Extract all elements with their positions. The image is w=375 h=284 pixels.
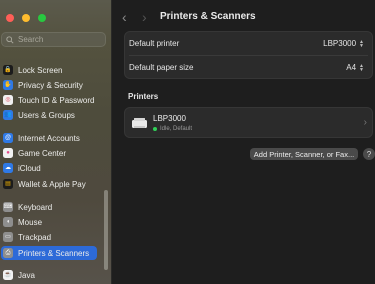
- trackpad-icon: ▭: [3, 232, 13, 242]
- printer-icon: ⎙: [3, 248, 13, 258]
- chevron-up-down-icon: ▲ ▼: [359, 62, 364, 73]
- sidebar-item-label: Privacy & Security: [18, 80, 83, 90]
- minimize-window-button[interactable]: [22, 14, 30, 22]
- search-input[interactable]: Search: [1, 32, 106, 47]
- add-printer-button[interactable]: Add Printer, Scanner, or Fax...: [250, 148, 358, 160]
- sidebar-item-label: Wallet & Apple Pay: [18, 179, 86, 189]
- default-printer-select[interactable]: LBP3000 ▲ ▼: [323, 39, 364, 48]
- printer-device-icon: [132, 118, 147, 128]
- page-title: Printers & Scanners: [160, 11, 256, 22]
- chevron-right-icon: ›: [363, 117, 367, 128]
- java-icon: ☕: [3, 270, 13, 280]
- printer-status-text: Idle, Default: [160, 126, 193, 132]
- help-button[interactable]: ?: [363, 148, 375, 160]
- hand-icon: ✋: [3, 80, 13, 90]
- sidebar-item-game-center[interactable]: ● Game Center: [1, 146, 97, 160]
- search-placeholder: Search: [18, 35, 44, 44]
- sidebar-item-label: Users & Groups: [18, 110, 75, 120]
- printers-section-title: Printers: [128, 92, 159, 101]
- default-printer-value: LBP3000: [323, 39, 357, 48]
- sidebar-item-keyboard[interactable]: ⌨ Keyboard: [1, 200, 97, 214]
- default-printer-row: Default printer LBP3000 ▲ ▼: [125, 32, 372, 55]
- sidebar-item-label: Lock Screen: [18, 65, 63, 75]
- sidebar-item-label: Java: [18, 270, 35, 280]
- sidebar-item-printers-scanners[interactable]: ⎙ Printers & Scanners: [1, 246, 97, 260]
- sidebar-item-label: Touch ID & Password: [18, 95, 95, 105]
- sidebar-item-privacy-security[interactable]: ✋ Privacy & Security: [1, 78, 97, 92]
- zoom-window-button[interactable]: [38, 14, 46, 22]
- default-paper-label: Default paper size: [129, 63, 194, 72]
- sidebar-item-mouse[interactable]: ◖ Mouse: [1, 215, 97, 229]
- sidebar-item-users-groups[interactable]: 👥 Users & Groups: [1, 108, 97, 122]
- fingerprint-icon: ◎: [3, 95, 13, 105]
- main-pane: ‹ › Printers & Scanners Default printer …: [112, 0, 375, 284]
- sidebar-item-label: Keyboard: [18, 202, 53, 212]
- default-paper-row: Default paper size A4 ▲ ▼: [125, 56, 372, 79]
- sidebar-item-icloud[interactable]: ☁ iCloud: [1, 161, 97, 175]
- default-printer-label: Default printer: [129, 39, 180, 48]
- sidebar-item-label: iCloud: [18, 163, 41, 173]
- sidebar: Search 🔒 Lock Screen ✋ Privacy & Securit…: [0, 0, 112, 284]
- sidebar-item-label: Printers & Scanners: [18, 248, 90, 258]
- sidebar-item-label: Trackpad: [18, 232, 52, 242]
- sidebar-item-label: Internet Accounts: [18, 133, 80, 143]
- status-dot-icon: [153, 127, 157, 131]
- cloud-icon: ☁: [3, 163, 13, 173]
- printers-group: LBP3000 Idle, Default ›: [124, 107, 373, 138]
- forward-button[interactable]: ›: [142, 9, 147, 25]
- sidebar-item-wallet-apple-pay[interactable]: ▤ Wallet & Apple Pay: [1, 177, 97, 191]
- default-paper-select[interactable]: A4 ▲ ▼: [346, 63, 364, 72]
- game-center-icon: ●: [3, 148, 13, 158]
- close-window-button[interactable]: [6, 14, 14, 22]
- chevron-up-down-icon: ▲ ▼: [359, 38, 364, 49]
- printer-status: Idle, Default: [153, 126, 192, 132]
- sidebar-item-trackpad[interactable]: ▭ Trackpad: [1, 230, 97, 244]
- default-paper-value: A4: [346, 63, 357, 72]
- sidebar-item-label: Mouse: [18, 217, 43, 227]
- keyboard-icon: ⌨: [3, 202, 13, 212]
- sidebar-item-label: Game Center: [18, 148, 67, 158]
- printer-name: LBP3000: [153, 114, 186, 123]
- search-icon: [6, 35, 14, 44]
- sidebar-scrollbar[interactable]: [104, 190, 108, 270]
- defaults-group: Default printer LBP3000 ▲ ▼ Default paper…: [124, 31, 373, 79]
- window-controls: [6, 14, 46, 22]
- sidebar-item-java[interactable]: ☕ Java: [1, 268, 97, 282]
- sidebar-item-internet-accounts[interactable]: @ Internet Accounts: [1, 131, 97, 145]
- users-icon: 👥: [3, 110, 13, 120]
- settings-window: Search 🔒 Lock Screen ✋ Privacy & Securit…: [0, 0, 375, 284]
- wallet-icon: ▤: [3, 179, 13, 189]
- printer-row[interactable]: LBP3000 Idle, Default ›: [125, 108, 372, 139]
- toolbar: ‹ › Printers & Scanners: [112, 0, 375, 34]
- sidebar-item-touch-id-password[interactable]: ◎ Touch ID & Password: [1, 93, 97, 107]
- sidebar-item-lock-screen[interactable]: 🔒 Lock Screen: [1, 63, 97, 77]
- mouse-icon: ◖: [3, 217, 13, 227]
- lock-icon: 🔒: [3, 65, 13, 75]
- back-button[interactable]: ‹: [122, 9, 127, 25]
- at-icon: @: [3, 133, 13, 143]
